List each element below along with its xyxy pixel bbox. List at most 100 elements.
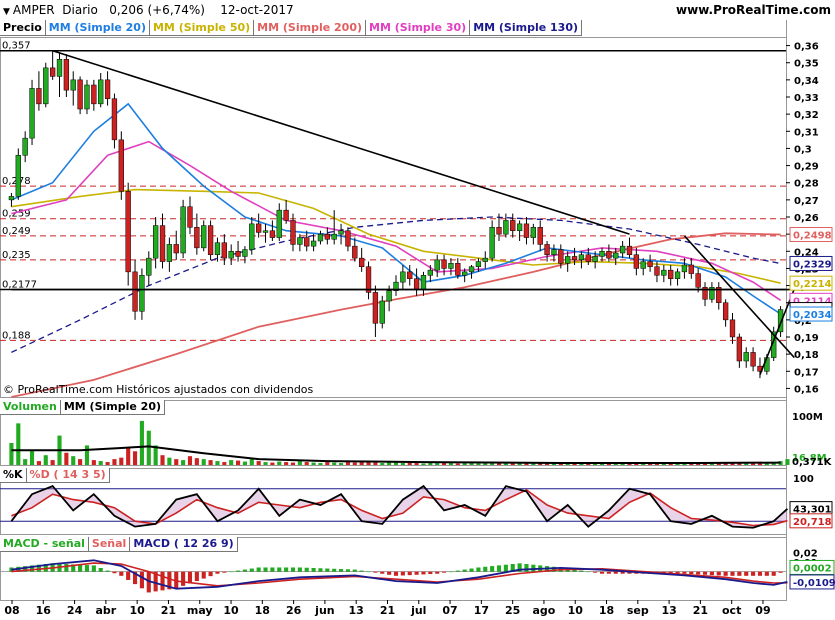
candle-body-85 (592, 256, 598, 262)
price-badge-2: 0,2214 (789, 275, 833, 291)
volume-bar-15 (112, 459, 117, 465)
candle-body-63 (441, 259, 447, 269)
macd-hist-bar-29 (208, 571, 213, 577)
price-tick-label-17: 0,19 (794, 333, 819, 344)
candle-body-90 (626, 245, 633, 255)
macd-hist-bar-59 (414, 571, 419, 575)
x-tick-label-15: 17 (474, 604, 489, 617)
candle-body-94 (654, 266, 660, 276)
macd-hist-bar-48 (339, 569, 344, 572)
volume-bar-42 (297, 461, 302, 465)
candle-body-15 (111, 98, 118, 141)
candle-body-81 (565, 256, 571, 264)
candle-body-10 (77, 79, 83, 110)
macd-hist-bar-46 (325, 568, 330, 572)
stoch-axis-label-2: 20,718 (793, 517, 832, 528)
macd-hist-bar-58 (407, 571, 412, 576)
candle-body-55 (386, 290, 392, 302)
price-tick-label-6: 0,3 (794, 144, 812, 155)
candle-body-84 (585, 254, 591, 262)
macd-hist-bar-109 (757, 571, 763, 576)
volume-legend-item-1[interactable]: MM (Simple 20) (60, 400, 166, 415)
macd-legend-item-2[interactable]: MACD ( 12 26 9) (130, 537, 238, 552)
volume-bar-23 (167, 457, 172, 465)
macd-hist-bar-45 (318, 568, 323, 572)
macd-legend-item-1[interactable]: Señal (88, 537, 131, 552)
candle-body-71 (496, 227, 502, 235)
candle-body-82 (571, 256, 578, 261)
stoch-legend-item-0[interactable]: %K (0, 468, 27, 483)
macd-hist-bar-39 (277, 567, 282, 572)
candle-body-66 (462, 271, 468, 276)
candle-body-4 (36, 88, 42, 105)
candle-body-79 (551, 249, 557, 255)
volume-bar-33 (235, 460, 241, 465)
volume-bar-68 (476, 463, 481, 465)
candle-body-39 (276, 209, 282, 238)
x-tick-label-1: 16 (36, 604, 52, 617)
macd-legend-item-0[interactable]: MACD - señal (0, 537, 89, 552)
stoch-axis-0: 100 (793, 474, 814, 485)
macd-hist-bar-27 (194, 571, 199, 581)
price-tick-label-0: 0,36 (794, 42, 819, 53)
macd-hist-bar-103 (716, 571, 721, 576)
candle-body-19 (139, 275, 145, 312)
candle-body-61 (427, 269, 433, 276)
candle-body-48 (338, 230, 344, 235)
candle-body-59 (413, 278, 420, 290)
volume-bar-22 (160, 455, 165, 465)
macd-hist-bar-34 (242, 569, 247, 572)
candle-body-30 (214, 242, 221, 255)
volume-bar-28 (201, 459, 206, 465)
macd-hist-bar-105 (730, 571, 735, 576)
price-tick-label-10: 0,26 (794, 213, 819, 224)
candle-body-57 (400, 271, 406, 283)
macd-hist-bar-13 (98, 567, 103, 572)
volume-bar-16 (119, 457, 124, 465)
x-tick-label-6: may (187, 604, 213, 617)
macd-hist-bar-57 (400, 571, 405, 576)
candle-body-31 (221, 242, 227, 259)
macd-hist-bar-37 (263, 567, 268, 572)
price-tick-label-9: 0,27 (794, 196, 819, 207)
price-tick-label-18: 0,18 (794, 350, 819, 361)
stoch-legend-item-1[interactable]: %D ( 14 3 5) (26, 468, 110, 483)
level-label-4: 0,235 (2, 250, 31, 261)
macd-hist-bar-100 (696, 571, 701, 575)
macd-hist-bar-104 (723, 571, 728, 576)
candle-body-76 (530, 227, 536, 238)
macd-hist-bar-49 (345, 569, 350, 572)
x-tick-label-8: 18 (255, 604, 270, 617)
x-tick-label-17: ago (533, 604, 556, 617)
macd-hist-bar-47 (332, 568, 337, 572)
volume-bar-37 (263, 462, 268, 465)
candle-body-41 (290, 220, 296, 245)
volume-legend-item-0[interactable]: Volumen (0, 400, 61, 415)
x-tick-label-10: jun (314, 604, 334, 617)
volume-bar-113 (785, 459, 790, 465)
macd-hist-bar-87 (606, 571, 611, 574)
macd-hist-bar-35 (249, 568, 254, 572)
price-tick-label-8: 0,28 (794, 179, 819, 190)
macd-hist-bar-98 (682, 571, 687, 574)
volume-bar-48 (339, 463, 344, 465)
candle-body-12 (91, 84, 97, 105)
candle-body-87 (606, 251, 612, 259)
candle-body-80 (558, 249, 564, 264)
macd-hist-bar-70 (490, 566, 495, 572)
price-badge-label-1: 0,2329 (793, 259, 832, 270)
volume-bar-36 (256, 461, 261, 465)
macd-hist-bar-41 (290, 567, 296, 572)
candle-body-106 (736, 336, 743, 362)
volume-bar-1 (16, 423, 21, 465)
x-tick-label-11: 13 (349, 604, 364, 617)
candle-body-83 (578, 254, 585, 261)
candle-body-107 (743, 352, 749, 362)
candle-body-36 (256, 223, 262, 233)
candle-body-16 (118, 139, 124, 192)
candle-body-88 (613, 252, 619, 259)
macd-hist-bar-111 (771, 571, 776, 576)
candle-body-28 (201, 225, 207, 249)
price-tick-label-7: 0,29 (794, 162, 819, 173)
candle-body-20 (146, 257, 152, 276)
